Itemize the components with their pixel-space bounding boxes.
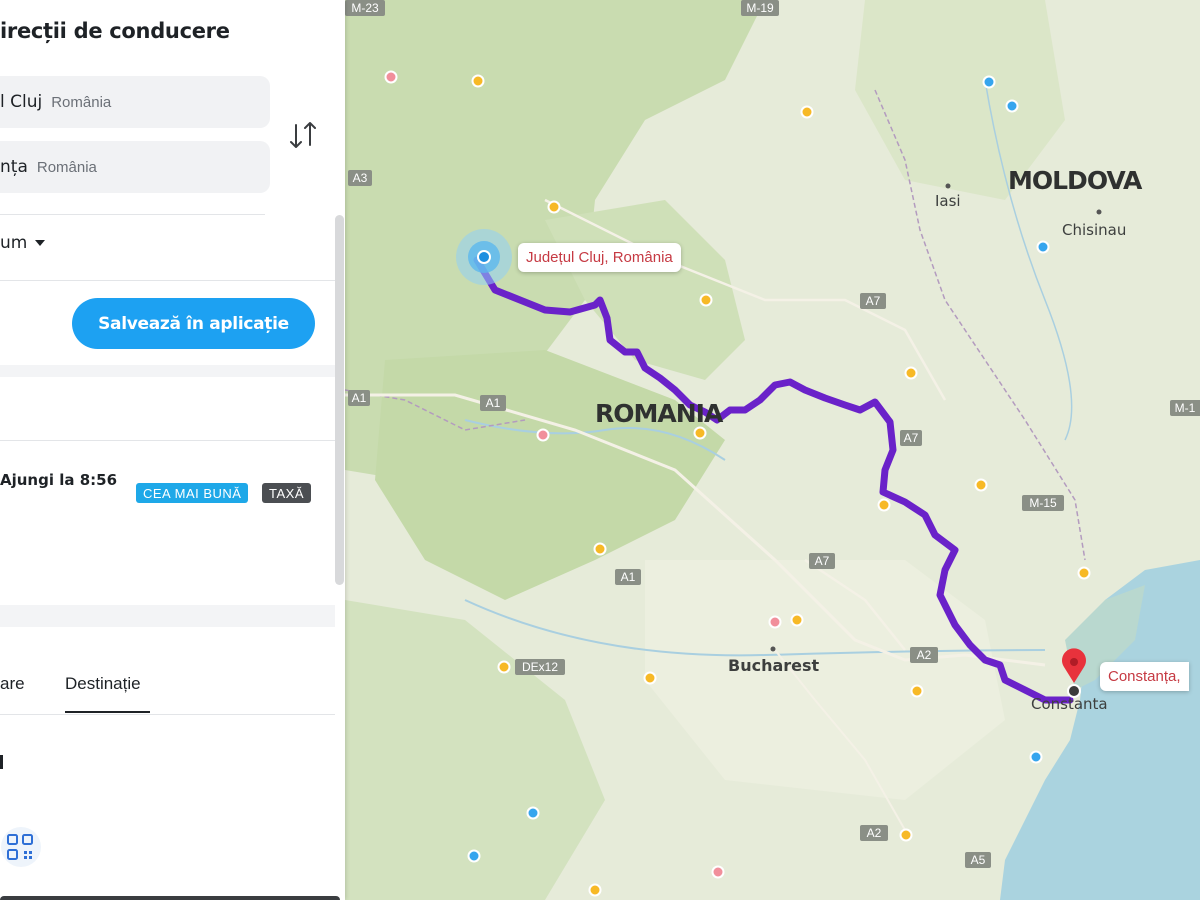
origin-callout: Județul Cluj, România bbox=[518, 243, 681, 272]
city-label-bucharest: Bucharest bbox=[728, 656, 820, 675]
save-in-app-button[interactable]: Salvează în aplicație bbox=[72, 298, 315, 349]
origin-name: l Cluj bbox=[0, 92, 43, 112]
shield-a7: A7 bbox=[815, 554, 830, 568]
tab-departure[interactable]: are bbox=[0, 674, 25, 694]
shield-a2: A2 bbox=[867, 826, 882, 840]
qr-code-icon[interactable] bbox=[0, 826, 42, 868]
origin-country: România bbox=[51, 93, 112, 111]
best-route-badge: CEA MAI BUNĂ bbox=[136, 483, 249, 503]
origin-field[interactable]: l Cluj România bbox=[0, 76, 270, 128]
shield-m23: M-23 bbox=[351, 1, 379, 15]
divider bbox=[0, 440, 335, 441]
map-svg: M-23 M-19 A3 A7 A7 A7 A1 A1 A1 M-15 DEx1… bbox=[345, 0, 1200, 900]
shield-dex12: DEx12 bbox=[522, 660, 558, 674]
destination-field[interactable]: nța România bbox=[0, 141, 270, 193]
tab-destination[interactable]: Destinație bbox=[65, 674, 141, 694]
shield-m1: M-1 bbox=[1175, 401, 1196, 415]
time-selector-label: um bbox=[0, 233, 28, 253]
shield-a2: A2 bbox=[917, 648, 932, 662]
divider bbox=[0, 280, 335, 281]
chevron-down-icon bbox=[35, 240, 46, 246]
divider bbox=[0, 714, 335, 715]
toll-badge: TAXĂ bbox=[262, 483, 311, 503]
city-label-constanta: Constanta bbox=[1031, 695, 1108, 713]
shield-a3: A3 bbox=[353, 171, 368, 185]
directions-panel: irecții de conducere l Cluj România nța … bbox=[0, 0, 345, 900]
origin-pin[interactable] bbox=[456, 229, 512, 285]
truncated-glyph bbox=[0, 755, 3, 769]
city-label-iasi: Iasi bbox=[935, 192, 961, 210]
destination-callout: Constanța, bbox=[1100, 662, 1189, 691]
shield-a5: A5 bbox=[971, 853, 986, 867]
time-selector[interactable]: um bbox=[0, 233, 46, 253]
destination-name: nța bbox=[0, 157, 28, 177]
arrival-time: Ajungi la 8:56 bbox=[0, 471, 118, 489]
shield-a1: A1 bbox=[621, 570, 636, 584]
tab-active-indicator bbox=[65, 711, 150, 713]
swap-icon[interactable] bbox=[286, 117, 322, 153]
section-separator bbox=[0, 605, 335, 627]
country-label-romania: ROMANIA bbox=[595, 399, 724, 428]
shield-a7: A7 bbox=[904, 431, 919, 445]
map-canvas[interactable]: M-23 M-19 A3 A7 A7 A7 A1 A1 A1 M-15 DEx1… bbox=[345, 0, 1200, 900]
shield-m15: M-15 bbox=[1029, 496, 1057, 510]
shield-a1: A1 bbox=[352, 391, 367, 405]
country-label-moldova: MOLDOVA bbox=[1008, 166, 1143, 195]
panel-title: irecții de conducere bbox=[0, 19, 230, 43]
panel-scrollbar[interactable] bbox=[335, 215, 344, 585]
shield-m19: M-19 bbox=[746, 1, 774, 15]
shield-a1: A1 bbox=[486, 396, 501, 410]
shield-a7: A7 bbox=[866, 294, 881, 308]
divider bbox=[0, 214, 265, 215]
section-separator bbox=[0, 365, 335, 377]
city-label-chisinau: Chisinau bbox=[1062, 221, 1126, 239]
destination-country: România bbox=[36, 158, 97, 176]
bottom-edge bbox=[0, 896, 340, 900]
